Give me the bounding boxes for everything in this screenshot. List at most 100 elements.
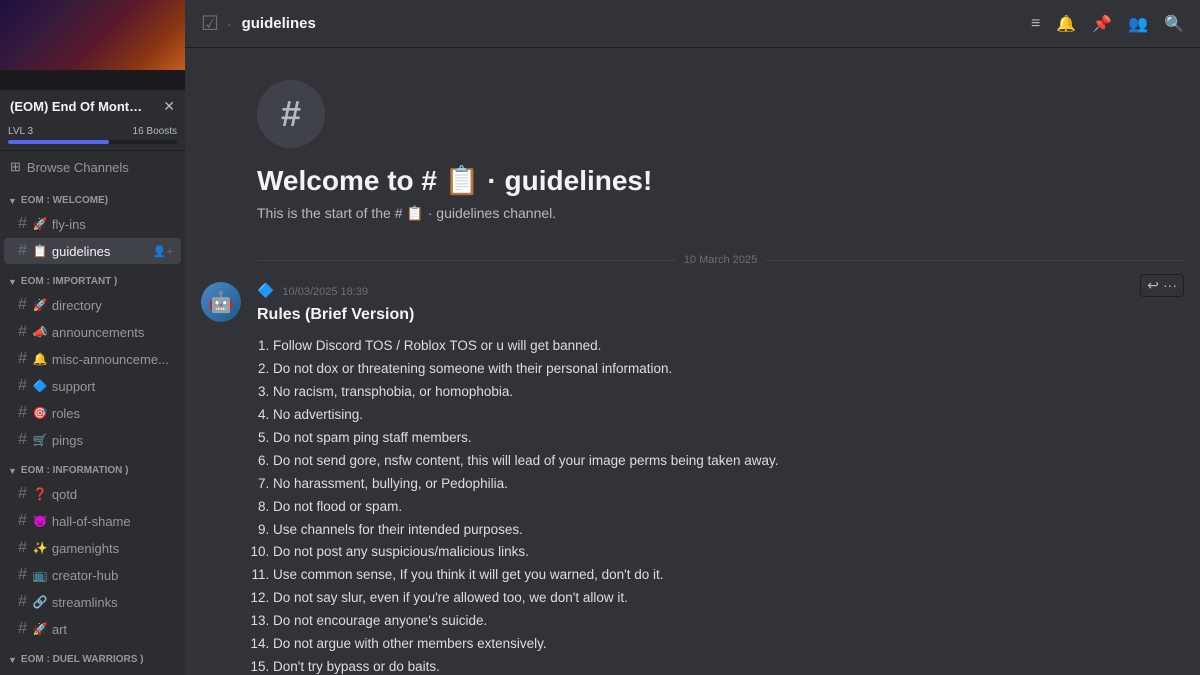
channel-art[interactable]: # 🚀 art xyxy=(4,616,181,642)
search-icon[interactable]: 🔍 xyxy=(1164,14,1184,34)
channel-welcome-sub: This is the start of the # 📋 · guideline… xyxy=(257,205,1184,222)
browse-channels-button[interactable]: ⊞ Browse Channels xyxy=(0,151,185,183)
subtitle-prefix: This is the start of the # xyxy=(257,205,403,221)
more-actions-icon[interactable]: ··· xyxy=(1163,277,1177,294)
level-bar-area: LVL 3 16 Boosts xyxy=(0,122,185,151)
channel-pings[interactable]: # 🛒 pings xyxy=(4,427,181,453)
message-actions: ↩ ··· xyxy=(1140,274,1184,297)
main-content: ☑ · guidelines ≡ 🔔 📌 👥 🔍 # Welcome to # … xyxy=(185,0,1200,675)
rule-item-2: Do not dox or threatening someone with t… xyxy=(273,358,1184,381)
category-arrow-information: ▼ xyxy=(8,466,17,476)
category-header-important[interactable]: ▼ EOM : IMPORTANT ) xyxy=(0,272,185,291)
level-progress-bar xyxy=(8,140,177,144)
category-label-important: EOM : IMPORTANT ) xyxy=(21,276,117,287)
rule-item-3: No racism, transphobia, or homophobia. xyxy=(273,381,1184,404)
channel-announcements[interactable]: # 📣 announcements xyxy=(4,319,181,345)
channel-name-roles: roles xyxy=(52,406,173,421)
channel-name-fly-ins: fly-ins xyxy=(52,217,173,232)
category-arrow-duel: ▼ xyxy=(8,655,17,665)
channel-gamenights[interactable]: # ✨ gamenights xyxy=(4,535,181,561)
channel-hash-art: # xyxy=(18,620,27,638)
channel-creator-hub[interactable]: # 📺 creator-hub xyxy=(4,562,181,588)
channel-misc-announcements[interactable]: # 🔔 misc-announceme... xyxy=(4,346,181,372)
channel-emoji-creator: 📺 xyxy=(33,568,48,582)
rule-item-8: Do not flood or spam. xyxy=(273,496,1184,519)
channel-emoji-shame: 😈 xyxy=(33,514,48,528)
channel-emoji-announcements: 📣 xyxy=(33,325,48,339)
server-header xyxy=(0,0,185,90)
server-menu-icon[interactable]: ✕ xyxy=(163,98,175,115)
channel-support[interactable]: # 🔷 support xyxy=(4,373,181,399)
category-header-information[interactable]: ▼ EOM : INFORMATION ) xyxy=(0,461,185,480)
sidebar: (EOM) End Of Month ... ✕ LVL 3 16 Boosts… xyxy=(0,0,185,675)
mute-icon[interactable]: 🔔 xyxy=(1056,14,1076,34)
pin-icon[interactable]: 📌 xyxy=(1092,14,1112,34)
channel-emoji-guidelines: 📋 xyxy=(33,244,48,258)
category-duel-warriors: ▼ EOM : DUEL WARRIORS ) # ⚔ dw-update-lo… xyxy=(0,650,185,675)
channel-name-gamenights: gamenights xyxy=(52,541,173,556)
rules-list: Follow Discord TOS / Roblox TOS or u wil… xyxy=(273,335,1184,675)
channel-name-creator: creator-hub xyxy=(52,568,173,583)
author-icon: 🔷 xyxy=(257,282,274,299)
channel-hall-of-shame[interactable]: # 😈 hall-of-shame xyxy=(4,508,181,534)
members-icon[interactable]: 👥 xyxy=(1128,14,1148,34)
header-icons: ≡ 🔔 📌 👥 🔍 xyxy=(1031,14,1184,34)
avatar-icon: 🤖 xyxy=(209,290,234,315)
channel-fly-ins[interactable]: # 🚀 fly-ins xyxy=(4,211,181,237)
category-header-welcome[interactable]: ▼ EOM : WELCOME) xyxy=(0,191,185,210)
welcome-dot: · xyxy=(487,165,504,196)
channel-hash-stream: # xyxy=(18,593,27,611)
threads-icon[interactable]: ≡ xyxy=(1031,15,1040,33)
header-dot: · xyxy=(227,16,232,32)
sidebar-scroll: ▼ EOM : WELCOME) # 🚀 fly-ins # 📋 guideli… xyxy=(0,183,185,675)
channel-emoji-qotd: ❓ xyxy=(33,487,48,501)
channel-qotd[interactable]: # ❓ qotd xyxy=(4,481,181,507)
date-label: 10 March 2025 xyxy=(684,254,757,266)
channel-name-qotd: qotd xyxy=(52,487,173,502)
channel-dw-update[interactable]: # ⚔ dw-update-log xyxy=(4,670,181,675)
welcome-emoji: 📋 xyxy=(445,165,480,196)
server-banner xyxy=(0,0,185,70)
channel-guidelines[interactable]: # 📋 guidelines 👤+ xyxy=(4,238,181,264)
browse-channels-label: Browse Channels xyxy=(27,160,129,175)
level-label: LVL 3 xyxy=(8,126,33,137)
channel-name-guidelines: guidelines xyxy=(52,244,149,259)
date-divider: 10 March 2025 xyxy=(257,254,1184,266)
channel-header: ☑ · guidelines ≡ 🔔 📌 👥 🔍 xyxy=(185,0,1200,48)
channel-directory[interactable]: # 🚀 directory xyxy=(4,292,181,318)
channel-emoji-pings: 🛒 xyxy=(33,433,48,447)
channel-hash-icon: # xyxy=(18,215,27,233)
channel-hash-icon-guidelines: # xyxy=(18,242,27,260)
channel-roles[interactable]: # 🎯 roles xyxy=(4,400,181,426)
channel-name-art: art xyxy=(52,622,173,637)
channel-emoji-support: 🔷 xyxy=(33,379,48,393)
category-important: ▼ EOM : IMPORTANT ) # 🚀 directory # 📣 an… xyxy=(0,272,185,453)
channel-emoji-gamenights: ✨ xyxy=(33,541,48,555)
channel-name-misc: misc-announceme... xyxy=(52,352,173,367)
server-title-bar[interactable]: (EOM) End Of Month ... ✕ xyxy=(0,90,185,122)
reply-icon[interactable]: ↩ xyxy=(1147,277,1159,294)
server-title: (EOM) End Of Month ... xyxy=(10,99,150,114)
category-arrow-important: ▼ xyxy=(8,277,17,287)
boosts-label[interactable]: 16 Boosts xyxy=(133,126,177,137)
channel-emoji-roles: 🎯 xyxy=(33,406,48,420)
channel-hash-misc: # xyxy=(18,350,27,368)
channel-name-shame: hall-of-shame xyxy=(52,514,173,529)
message-timestamp: 10/03/2025 18:39 xyxy=(282,286,368,298)
category-label-welcome: EOM : WELCOME) xyxy=(21,195,108,206)
rule-item-14: Do not argue with other members extensiv… xyxy=(273,633,1184,656)
message-avatar-container: 🤖 xyxy=(201,282,241,675)
level-progress-fill xyxy=(8,140,109,144)
channel-name-pings: pings xyxy=(52,433,173,448)
subtitle-suffix: · guidelines channel. xyxy=(428,205,556,221)
message-meta: 🔷 10/03/2025 18:39 xyxy=(257,282,1184,299)
category-header-duel[interactable]: ▼ EOM : DUEL WARRIORS ) xyxy=(0,650,185,669)
message-body: Rules (Brief Version) Follow Discord TOS… xyxy=(257,303,1184,675)
channel-hash-announcements: # xyxy=(18,323,27,341)
channel-intro: # Welcome to # 📋 · guidelines! This is t… xyxy=(257,64,1184,238)
avatar: 🤖 xyxy=(201,282,241,322)
channel-streamlinks[interactable]: # 🔗 streamlinks xyxy=(4,589,181,615)
rule-item-4: No advertising. xyxy=(273,404,1184,427)
channel-name-directory: directory xyxy=(52,298,173,313)
rule-item-13: Do not encourage anyone's suicide. xyxy=(273,610,1184,633)
